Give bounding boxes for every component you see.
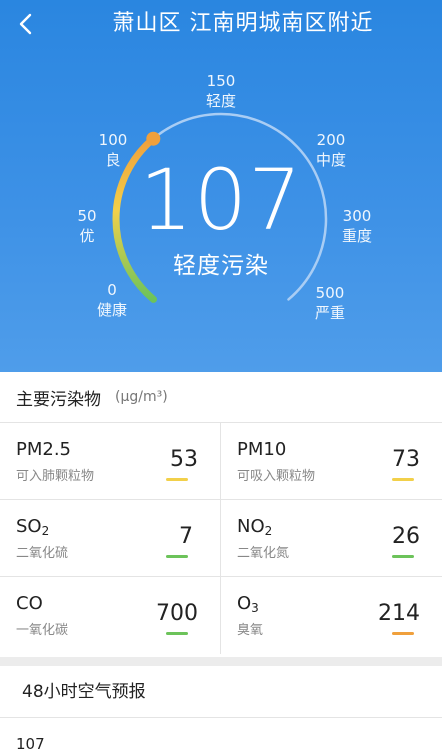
pollutant-value: 73 bbox=[392, 447, 420, 472]
pollutant-value: 7 bbox=[179, 524, 193, 549]
pollutant-level-bar bbox=[166, 632, 188, 635]
page-title: 萧山区 江南明城南区附近 bbox=[112, 11, 374, 36]
pollutant-cell[interactable]: CO 一氧化碳 700 bbox=[0, 577, 221, 654]
pollutant-cell[interactable]: NO2 二氧化氮 26 bbox=[221, 500, 442, 576]
pollutant-value: 214 bbox=[378, 601, 420, 626]
pollutant-name: O3 bbox=[237, 593, 259, 615]
pollutant-desc: 可吸入颗粒物 bbox=[237, 469, 316, 484]
pollutant-desc: 臭氧 bbox=[237, 623, 264, 638]
pollutant-name: CO bbox=[16, 593, 43, 614]
pollutant-level-bar bbox=[166, 478, 188, 481]
forecast-title: 48小时空气预报 bbox=[22, 682, 146, 702]
gauge-tick: 500 严重 bbox=[314, 284, 345, 322]
pollutant-name: PM10 bbox=[237, 439, 287, 460]
aqi-value: 107 bbox=[139, 151, 303, 249]
forecast-value: 107 bbox=[16, 735, 45, 749]
pollutant-desc: 一氧化碳 bbox=[16, 623, 69, 638]
pollutant-cell[interactable]: PM10 可吸入颗粒物 73 bbox=[221, 423, 442, 499]
pollutant-name: SO2 bbox=[16, 516, 50, 538]
pollutant-value: 700 bbox=[156, 601, 198, 626]
divider bbox=[0, 717, 442, 718]
pollutant-level-bar bbox=[166, 555, 188, 558]
gauge-tick: 150 轻度 bbox=[205, 72, 236, 110]
pollutant-value: 53 bbox=[170, 447, 198, 472]
pollutant-name: NO2 bbox=[237, 516, 273, 538]
pollutants-header: 主要污染物 (μg/m³) bbox=[0, 372, 442, 422]
pollutant-cell[interactable]: O3 臭氧 214 bbox=[221, 577, 442, 654]
back-button[interactable] bbox=[8, 6, 44, 42]
gauge-tick: 50 优 bbox=[77, 207, 97, 245]
gauge-indicator bbox=[146, 131, 161, 146]
pollutant-row: CO 一氧化碳 700 O3 臭氧 214 bbox=[0, 577, 442, 654]
pollutants-unit: (μg/m³) bbox=[115, 389, 168, 405]
pollutant-level-bar bbox=[392, 555, 414, 558]
pollutant-level-bar bbox=[392, 478, 414, 481]
pollutant-name: PM2.5 bbox=[16, 439, 72, 460]
pollutant-row: PM2.5 可入肺颗粒物 53 PM10 可吸入颗粒物 73 bbox=[0, 423, 442, 500]
back-arrow-icon bbox=[19, 13, 32, 35]
pollutant-cell[interactable]: SO2 二氧化硫 7 bbox=[0, 500, 221, 576]
pollutant-cell[interactable]: PM2.5 可入肺颗粒物 53 bbox=[0, 423, 221, 499]
pollutant-desc: 二氧化氮 bbox=[237, 546, 290, 561]
pollutant-desc: 可入肺颗粒物 bbox=[16, 469, 95, 484]
pollutants-title: 主要污染物 bbox=[16, 389, 101, 410]
gauge-tick: 0 健康 bbox=[96, 281, 127, 319]
pollutant-level-bar bbox=[392, 632, 414, 635]
pollutant-row: SO2 二氧化硫 7 NO2 二氧化氮 26 bbox=[0, 500, 442, 577]
pollutants-grid: PM2.5 可入肺颗粒物 53 PM10 可吸入颗粒物 73 SO2 二氧化硫 7 NO2 二氧化氮… bbox=[0, 422, 442, 654]
forecast-section: 48小时空气预报 107 bbox=[0, 666, 442, 749]
aqi-hero: 萧山区 江南明城南区附近 0 健康 50 优 100 良 150 轻度 200 中度 30… bbox=[0, 0, 442, 372]
pollutants-card: 主要污染物 (μg/m³) PM2.5 可入肺颗粒物 53 PM10 可吸入颗粒物 73 S… bbox=[0, 372, 442, 657]
gauge-tick: 300 重度 bbox=[341, 207, 372, 245]
top-bar: 萧山区 江南明城南区附近 bbox=[0, 0, 442, 48]
pollutant-desc: 二氧化硫 bbox=[16, 546, 69, 561]
aqi-level: 轻度污染 bbox=[173, 253, 269, 279]
pollutant-value: 26 bbox=[392, 524, 420, 549]
